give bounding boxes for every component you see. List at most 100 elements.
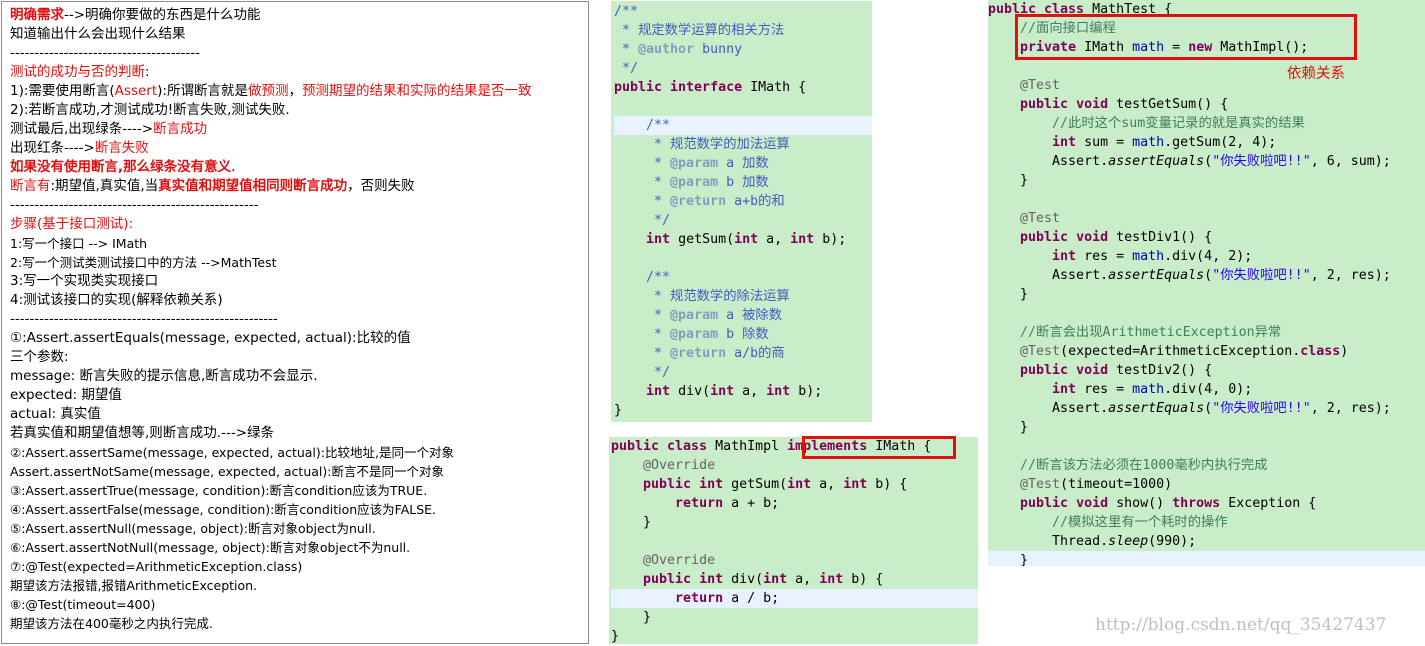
code-token: sum =	[1076, 135, 1133, 150]
code-token: .getSum(2, 4);	[1164, 135, 1277, 150]
code-token: getSum(	[723, 477, 788, 492]
code-line: /**	[614, 268, 872, 287]
note-line: 1:写一个接口 --> IMath	[10, 234, 588, 253]
imath-code-panel: /** * 规定数学运算的相关方法 * @author bunny */ publ…	[611, 1, 872, 422]
note-line: actual: 真实值	[10, 405, 588, 424]
note-line: 明确需求-->明确你要做的东西是什么功能	[10, 6, 588, 25]
note-line: 出现红条---->断言失败	[10, 139, 588, 158]
code-token: (timeout=1000)	[1060, 477, 1173, 492]
note-text: Assert	[114, 83, 158, 99]
code-line: */	[614, 211, 872, 230]
code-token: b) {	[843, 572, 884, 587]
code-token: }	[988, 553, 1029, 566]
note-text: Assert.assertNotSame(message, expected, …	[10, 464, 444, 479]
code-token: math	[1132, 249, 1165, 264]
code-line: }	[611, 513, 978, 532]
code-line: * @return a/b的商	[614, 344, 872, 363]
code-token: show()	[1108, 496, 1173, 511]
code-token: (	[1204, 401, 1213, 416]
note-text: 1:写一个接口 --> IMath	[10, 236, 148, 251]
code-token: throws	[1172, 496, 1221, 511]
code-token: MathImpl	[707, 439, 788, 454]
code-token: public class	[611, 439, 708, 454]
code-token: return	[675, 496, 724, 511]
code-token: a,	[787, 572, 820, 587]
note-line: ⑧:@Test(timeout=400)	[10, 595, 588, 614]
note-line: 期望该方法报错,报错ArithmeticException.	[10, 576, 588, 595]
code-token: , 6, sum);	[1310, 154, 1391, 169]
code-token: int	[646, 232, 671, 247]
note-text: ):所谓断言就是	[157, 83, 248, 99]
code-token: */	[614, 213, 671, 228]
code-token: a/b的商	[726, 346, 785, 361]
code-line: * @param b 加数	[614, 173, 872, 192]
interface-programming-highlight-box	[1015, 14, 1357, 60]
code-line: @Test	[988, 76, 1425, 95]
note-text: 测试的成功与否的判断	[10, 64, 145, 80]
code-token: b 加数	[718, 175, 769, 190]
code-line: /**	[614, 2, 872, 21]
code-line: public void testGetSum() {	[988, 95, 1425, 114]
code-token: int	[843, 477, 868, 492]
code-token: Thread.	[988, 534, 1109, 549]
code-line: /**	[614, 116, 872, 135]
note-line: 测试的成功与否的判断:	[10, 63, 588, 82]
note-line: ⑤:Assert.assertNull(message, object):断言对…	[10, 519, 588, 538]
code-line: public void testDiv1() {	[988, 228, 1425, 247]
note-text: expected: 期望值	[10, 387, 122, 403]
note-text: ⑧:@Test(timeout=400)	[10, 597, 156, 612]
note-text: ⑤:Assert.assertNull(message, object):断言对…	[10, 521, 376, 536]
code-token: public void	[1020, 496, 1109, 511]
code-line: * @param a 加数	[614, 154, 872, 173]
dependency-label: 依赖关系	[1287, 66, 1345, 82]
code-token: assertEquals	[1108, 154, 1205, 169]
code-token: public void	[1020, 97, 1109, 112]
code-line: //断言会出现ArithmeticException异常	[988, 323, 1425, 342]
code-token: public int	[643, 572, 724, 587]
code-token: "你失败啦吧!!"	[1212, 401, 1311, 416]
code-token: @param	[670, 308, 719, 323]
code-token: }	[988, 173, 1029, 188]
code-token: *	[614, 327, 671, 342]
code-line: ​	[988, 190, 1425, 209]
code-line: */	[614, 363, 872, 382]
note-text: 三个参数:	[10, 349, 69, 365]
code-token: //模拟这里有一个耗时的操作	[1052, 515, 1228, 530]
note-text: :期望值,真实值,当	[50, 178, 159, 194]
code-line: public int div(int a, int b) {	[611, 570, 978, 589]
note-text: ⑥:Assert.assertNotNull(message, object):…	[10, 540, 411, 555]
note-text: ----------------------------------------…	[10, 311, 278, 327]
code-token: * 规范数学的除法运算	[614, 289, 790, 304]
code-token: IMath {	[742, 80, 807, 95]
code-line: //模拟这里有一个耗时的操作	[988, 513, 1425, 532]
note-text: 期望该方法报错,报错ArithmeticException.	[10, 578, 258, 593]
code-token: res =	[1076, 382, 1133, 397]
note-text: 步骤(基于接口测试):	[10, 216, 134, 232]
code-line: }	[988, 418, 1425, 437]
note-line: ④:Assert.assertFalse(message, condition)…	[10, 500, 588, 519]
note-text: ④:Assert.assertFalse(message, condition)…	[10, 502, 437, 517]
code-line: int div(int a, int b);	[614, 382, 872, 401]
code-line: public interface IMath {	[614, 78, 872, 97]
code-token: a 加数	[718, 156, 769, 171]
code-token: a / b;	[723, 591, 780, 606]
code-token: return	[675, 591, 724, 606]
code-token: b 除数	[718, 327, 769, 342]
code-line: return a + b;	[611, 494, 978, 513]
code-token: math	[1132, 135, 1165, 150]
code-token: (	[1204, 154, 1213, 169]
code-line: * 规范数学的加法运算	[614, 135, 872, 154]
code-token: sleep	[1108, 534, 1149, 549]
code-token: math	[1132, 382, 1165, 397]
code-token: @Test	[1020, 211, 1061, 226]
note-line: ⑦:@Test(expected=ArithmeticException.cla…	[10, 557, 588, 576]
code-token: testGetSum() {	[1108, 97, 1229, 112]
code-line: public void testDiv2() {	[988, 361, 1425, 380]
code-line: int res = math.div(4, 0);	[988, 380, 1425, 399]
